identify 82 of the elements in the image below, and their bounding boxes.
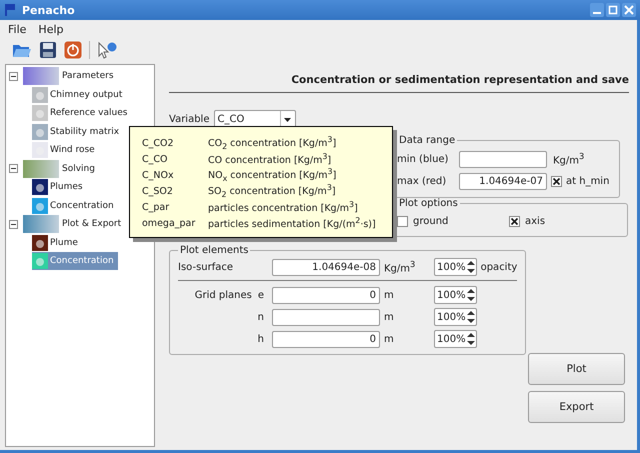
opacity-spinbox[interactable]: 100% (434, 330, 477, 348)
group-title: Plot elements (179, 245, 250, 256)
axis-label: n (258, 312, 264, 322)
variable-name: C_NOx (142, 170, 175, 180)
opacity-spinbox[interactable]: 100% (434, 286, 477, 304)
tree-item[interactable]: Stability matrix (32, 122, 124, 141)
input-field[interactable] (459, 150, 547, 168)
field-label: opacity (480, 262, 518, 272)
collapse-icon[interactable] (9, 164, 18, 174)
checkbox[interactable] (551, 176, 562, 186)
tree-item[interactable]: Plumes (32, 178, 87, 196)
axis-label: h (258, 334, 264, 344)
variable-description: CO concentration [Kg/m$^{3}$] (208, 152, 332, 166)
tree-item[interactable]: Concentration (32, 196, 118, 215)
variable-name: C_CO (142, 154, 168, 164)
group-title: Plot options (398, 198, 459, 209)
checkbox-label: at h_min (566, 176, 610, 186)
maximize-button[interactable] (606, 3, 620, 17)
tree-item[interactable]: Plume (32, 234, 82, 252)
variable-description: particles concentration [Kg/m$^{3}$] (208, 200, 358, 214)
field-label: min (blue) (397, 154, 450, 164)
variable-description: CO$_{2}$ concentration [Kg/m$^{3}$] (208, 134, 336, 152)
opacity-spinbox[interactable]: 100% (434, 258, 477, 276)
checkbox[interactable] (397, 216, 408, 226)
field-label: max (red) (397, 176, 448, 186)
collapse-icon[interactable] (9, 72, 18, 81)
checkbox-label: axis (525, 216, 546, 226)
minimize-icon (593, 12, 601, 14)
tree-item[interactable]: Parameters (61, 70, 115, 82)
window-title: Penacho (22, 4, 75, 16)
spin-arrows-icon[interactable] (466, 260, 475, 274)
save-icon[interactable] (39, 41, 57, 59)
power-icon[interactable] (64, 41, 82, 59)
thumbnail-icon (32, 124, 48, 140)
field-label: Variable (169, 114, 210, 125)
field-label: Grid planes (194, 290, 252, 300)
tree-item[interactable]: Chimney output (32, 86, 126, 104)
variable-description: NO$_{x}$ concentration [Kg/m$^{3}$] (208, 166, 336, 184)
checkbox-label: ground (413, 216, 448, 226)
unit-label: Kg/m$^{3}$ (553, 151, 584, 167)
thumbnail-icon (32, 105, 48, 122)
field-label: Iso-surface (178, 262, 234, 272)
section-heading: Concentration or sedimentation representation and save (290, 74, 629, 86)
variable-name: C_CO2 (142, 138, 175, 148)
close-button[interactable] (622, 3, 636, 17)
unit-label: m (384, 312, 395, 322)
input-field[interactable]: 0 (272, 286, 380, 304)
unit-label: Kg/m$^{3}$ (384, 259, 416, 275)
close-icon (624, 5, 634, 15)
variable-description: SO$_{2}$ concentration [Kg/m$^{3}$] (208, 182, 336, 200)
minimize-button[interactable] (590, 3, 604, 17)
flag-icon (4, 3, 16, 17)
input-field[interactable]: 1.04694e-07 (459, 172, 547, 190)
variable-description: particles sedimentation [Kg/(m$^{2}$·s)] (208, 216, 376, 230)
help-pointer-icon[interactable] (97, 41, 117, 59)
spin-arrows-icon[interactable] (466, 332, 475, 346)
group-title: Data range (398, 135, 456, 146)
menu-item[interactable]: Help (38, 22, 64, 36)
tree-item[interactable]: Plot & Export (61, 218, 122, 230)
thumbnail-icon (32, 253, 48, 270)
action-button[interactable]: Export (528, 391, 625, 423)
axis-label: e (258, 290, 264, 300)
tree-item[interactable]: Solving (61, 162, 96, 175)
opacity-spinbox[interactable]: 100% (434, 308, 477, 326)
input-field[interactable] (272, 308, 380, 326)
unit-label: m (384, 334, 395, 344)
variable-name: C_par (142, 202, 170, 212)
input-field[interactable]: 1.04694e-08 (272, 258, 380, 276)
menu-item[interactable]: File (8, 22, 26, 36)
action-button[interactable]: Plot (528, 353, 625, 385)
collapse-icon[interactable] (9, 220, 18, 229)
caret-icon (284, 118, 291, 122)
variable-name: C_SO2 (142, 186, 174, 196)
tree-item[interactable]: Reference values (32, 104, 132, 122)
unit-label: m (384, 290, 395, 300)
spin-arrows-icon[interactable] (466, 310, 475, 324)
maximize-icon (608, 5, 618, 15)
spin-arrows-icon[interactable] (466, 288, 475, 302)
variable-name: omega_par (142, 218, 196, 228)
input-field[interactable]: 0 (272, 330, 380, 348)
tree-item[interactable]: Wind rose (32, 141, 99, 160)
checkbox[interactable] (509, 216, 520, 226)
